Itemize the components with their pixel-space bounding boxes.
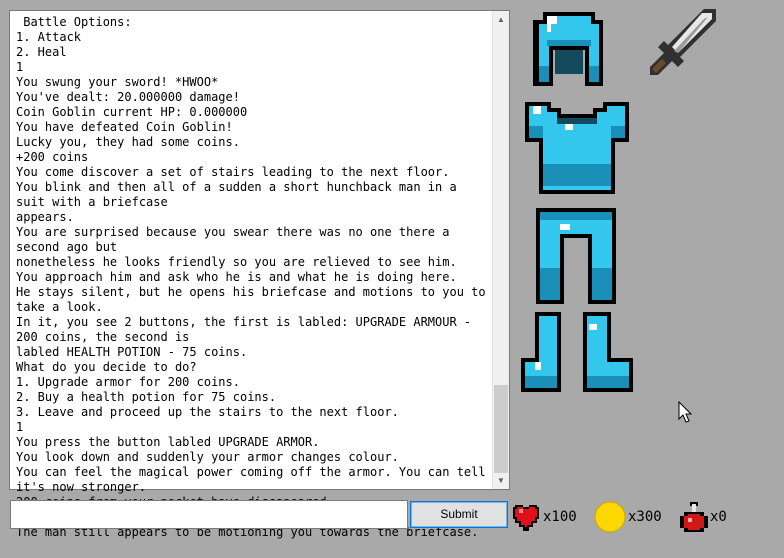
potions-stat: x0: [680, 500, 727, 534]
diamond-chestplate-icon: [525, 102, 629, 194]
game-log-text: Battle Options: 1. Attack 2. Heal 1 You …: [16, 15, 486, 539]
mouse-cursor-icon: [678, 401, 692, 423]
iron-sword-icon: [650, 9, 716, 75]
scroll-up-button[interactable]: ▲: [493, 11, 509, 28]
coins-stat: x300: [594, 500, 662, 534]
vertical-scrollbar[interactable]: ▲ ▼: [492, 11, 509, 489]
heart-icon: [513, 505, 539, 531]
coins-value: x300: [628, 509, 662, 525]
diamond-boots-icon: [521, 312, 633, 392]
potions-value: x0: [710, 509, 727, 525]
health-stat: x100: [511, 500, 577, 534]
scrollbar-thumb[interactable]: [494, 385, 508, 473]
command-input[interactable]: [10, 500, 408, 529]
submit-button[interactable]: Submit: [410, 501, 508, 528]
health-value: x100: [543, 509, 577, 525]
coin-icon: [594, 501, 626, 533]
game-log[interactable]: Battle Options: 1. Attack 2. Heal 1 You …: [9, 10, 510, 539]
scroll-down-button[interactable]: ▼: [493, 472, 509, 489]
diamond-leggings-icon: [536, 208, 616, 304]
diamond-helmet-icon: [533, 12, 603, 86]
potion-icon: [680, 502, 708, 532]
